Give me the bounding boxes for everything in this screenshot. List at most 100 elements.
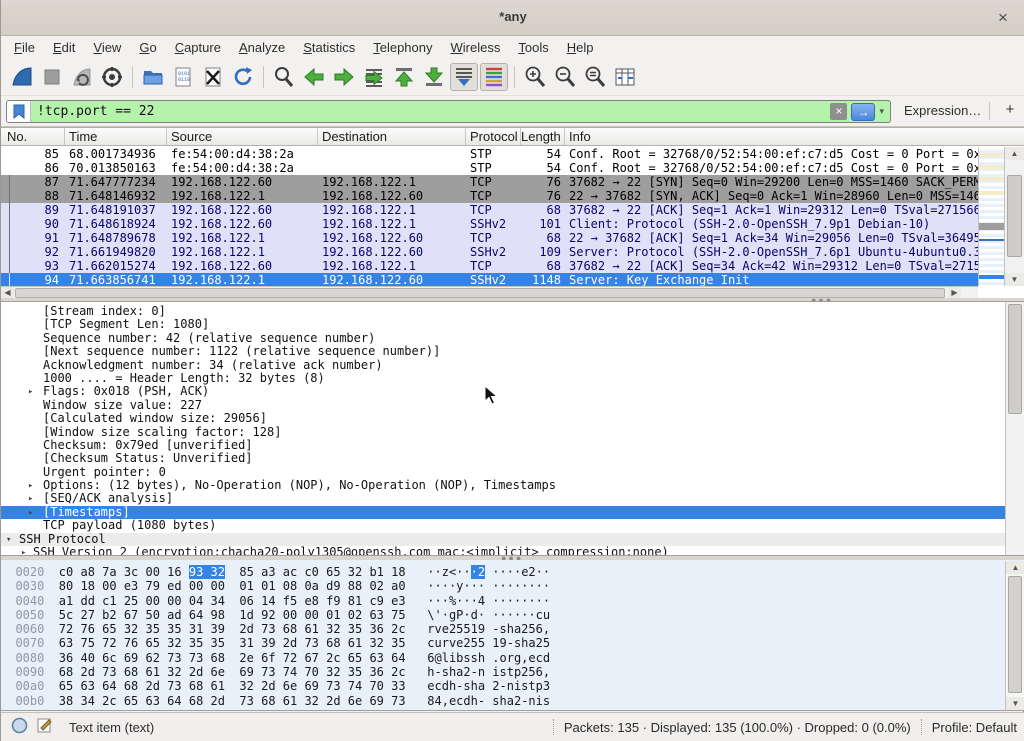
detail-line[interactable]: ▸Flags: 0x018 (PSH, ACK) <box>1 385 1024 398</box>
filter-bookmark-icon[interactable] <box>7 101 31 122</box>
filter-apply-icon[interactable]: → <box>851 103 875 121</box>
packet-row[interactable]: 8871.648146932192.168.122.1192.168.122.6… <box>1 189 978 203</box>
packet-list-vscrollbar[interactable]: ▲ ▼ <box>1004 147 1024 286</box>
status-profile[interactable]: Profile: Default <box>932 720 1024 735</box>
menu-help[interactable]: Help <box>558 38 603 57</box>
reload-icon[interactable] <box>229 63 257 91</box>
packet-row[interactable]: 9271.661949820192.168.122.1192.168.122.6… <box>1 245 978 259</box>
intelligent-scrollbar-minimap[interactable] <box>978 147 1004 286</box>
packet-row[interactable]: 9071.648618924192.168.122.60192.168.122.… <box>1 217 978 231</box>
detail-line[interactable]: ▾SSH Protocol <box>1 533 1024 546</box>
menu-view[interactable]: View <box>84 38 130 57</box>
hex-row[interactable]: 00b0 38 34 2c 65 63 64 68 2d 73 68 61 32… <box>1 694 1024 708</box>
go-back-icon[interactable] <box>300 63 328 91</box>
filter-dropdown-icon[interactable]: ▾ <box>879 106 884 117</box>
zoom-in-icon[interactable] <box>521 63 549 91</box>
detail-line[interactable]: [Window size scaling factor: 128] <box>1 426 1024 439</box>
packet-row[interactable]: 8971.648191037192.168.122.60192.168.122.… <box>1 203 978 217</box>
filter-clear-icon[interactable]: × <box>830 103 847 120</box>
detail-line[interactable]: 1000 .... = Header Length: 32 bytes (8) <box>1 372 1024 385</box>
menu-edit[interactable]: Edit <box>44 38 84 57</box>
file-save-icon[interactable]: 01010110 <box>169 63 197 91</box>
zoom-reset-icon[interactable] <box>581 63 609 91</box>
file-close-icon[interactable] <box>199 63 227 91</box>
menu-file[interactable]: File <box>5 38 44 57</box>
packet-row[interactable]: 9471.663856741192.168.122.1192.168.122.6… <box>1 273 978 286</box>
scrollbar-handle[interactable] <box>15 288 945 298</box>
hex-row[interactable]: 0090 68 2d 73 68 61 32 2d 6e 69 73 74 70… <box>1 665 1024 679</box>
column-header-source[interactable]: Source <box>167 128 318 145</box>
column-header-no[interactable]: No. <box>1 128 65 145</box>
column-header-info[interactable]: Info <box>565 128 1024 145</box>
hex-row[interactable]: 0070 63 75 72 76 65 32 35 35 31 39 2d 73… <box>1 636 1024 650</box>
column-header-time[interactable]: Time <box>65 128 167 145</box>
detail-line[interactable]: Window size value: 227 <box>1 399 1024 412</box>
detail-line[interactable]: [Checksum Status: Unverified] <box>1 452 1024 465</box>
column-header-destination[interactable]: Destination <box>318 128 466 145</box>
close-window-button[interactable]: × <box>993 8 1013 28</box>
detail-line[interactable]: Urgent pointer: 0 <box>1 466 1024 479</box>
hex-row[interactable]: 0050 5c 27 b2 67 50 ad 64 98 1d 92 00 00… <box>1 608 1024 622</box>
detail-line[interactable]: [Calculated window size: 29056] <box>1 412 1024 425</box>
menu-capture[interactable]: Capture <box>166 38 230 57</box>
capture-comment-icon[interactable] <box>36 717 53 737</box>
scrollbar-handle[interactable] <box>1008 304 1022 414</box>
detail-line[interactable]: TCP payload (1080 bytes) <box>1 519 1024 532</box>
go-forward-icon[interactable] <box>330 63 358 91</box>
detail-line[interactable]: Acknowledgment number: 34 (relative ack … <box>1 359 1024 372</box>
file-open-icon[interactable] <box>139 63 167 91</box>
detail-line[interactable]: ▸[Timestamps] <box>1 506 1024 519</box>
expert-info-icon[interactable] <box>11 717 28 737</box>
bytes-vscrollbar[interactable]: ▲ ▼ <box>1005 561 1024 710</box>
column-header-protocol[interactable]: Protocol <box>466 128 521 145</box>
details-vscrollbar[interactable] <box>1005 302 1024 555</box>
menu-tools[interactable]: Tools <box>509 38 557 57</box>
menu-statistics[interactable]: Statistics <box>294 38 364 57</box>
menu-telephony[interactable]: Telephony <box>364 38 441 57</box>
go-bottom-icon[interactable] <box>420 63 448 91</box>
colorize-icon[interactable] <box>480 63 508 91</box>
hex-row[interactable]: 0060 72 76 65 32 35 35 31 39 2d 73 68 61… <box>1 622 1024 636</box>
menu-wireless[interactable]: Wireless <box>442 38 510 57</box>
detail-line[interactable]: [Stream index: 0] <box>1 305 1024 318</box>
capture-options-icon[interactable] <box>98 63 126 91</box>
filter-expression-text[interactable]: !tcp.port == 22 <box>31 104 830 119</box>
packet-row[interactable]: 8670.013850163fe:54:00:d4:38:2aSTP54Conf… <box>1 161 978 175</box>
packet-row[interactable]: 9171.648789678192.168.122.1192.168.122.6… <box>1 231 978 245</box>
packet-row[interactable]: 9371.662015274192.168.122.60192.168.122.… <box>1 259 978 273</box>
menu-analyze[interactable]: Analyze <box>230 38 294 57</box>
expression-button[interactable]: Expression… <box>904 103 981 118</box>
resize-columns-icon[interactable] <box>611 63 639 91</box>
capture-start-icon[interactable] <box>8 63 36 91</box>
detail-line[interactable]: Sequence number: 42 (relative sequence n… <box>1 332 1024 345</box>
zoom-out-icon[interactable] <box>551 63 579 91</box>
display-filter-input[interactable]: !tcp.port == 22 × → ▾ <box>6 100 891 123</box>
packet-row[interactable]: 8568.001734936fe:54:00:d4:38:2aSTP54Conf… <box>1 147 978 161</box>
scrollbar-handle[interactable] <box>1008 576 1022 693</box>
scroll-up-icon[interactable]: ▲ <box>1005 147 1024 160</box>
detail-line[interactable]: [TCP Segment Len: 1080] <box>1 318 1024 331</box>
hex-row[interactable]: 0020 c0 a8 7a 3c 00 16 93 32 85 a3 ac c0… <box>1 565 1024 579</box>
detail-line[interactable]: Checksum: 0x79ed [unverified] <box>1 439 1024 452</box>
find-packet-icon[interactable] <box>270 63 298 91</box>
packet-row[interactable]: 8771.647777234192.168.122.60192.168.122.… <box>1 175 978 189</box>
go-to-packet-icon[interactable] <box>360 63 388 91</box>
scrollbar-handle[interactable] <box>1007 175 1022 257</box>
hex-row[interactable]: 0080 36 40 6c 69 62 73 73 68 2e 6f 72 67… <box>1 651 1024 665</box>
detail-line[interactable]: ▸[SEQ/ACK analysis] <box>1 492 1024 505</box>
scroll-down-icon[interactable]: ▼ <box>1006 697 1024 710</box>
hex-row[interactable]: 00a0 65 63 64 68 2d 73 68 61 32 2d 6e 69… <box>1 679 1024 693</box>
detail-line[interactable]: ▸Options: (12 bytes), No-Operation (NOP)… <box>1 479 1024 492</box>
capture-restart-icon[interactable] <box>68 63 96 91</box>
add-filter-button[interactable]: + <box>1000 101 1020 121</box>
hex-row[interactable]: 0040 a1 dd c1 25 00 00 04 34 06 14 f5 e8… <box>1 594 1024 608</box>
scroll-up-icon[interactable]: ▲ <box>1006 561 1024 574</box>
capture-stop-icon[interactable] <box>38 63 66 91</box>
scroll-down-icon[interactable]: ▼ <box>1005 273 1024 286</box>
expander-closed-icon[interactable]: ▸ <box>21 547 26 556</box>
column-header-length[interactable]: Length <box>521 128 565 145</box>
hex-row[interactable]: 0030 80 18 00 e3 79 ed 00 00 01 01 08 0a… <box>1 579 1024 593</box>
detail-line[interactable]: [Next sequence number: 1122 (relative se… <box>1 345 1024 358</box>
auto-scroll-icon[interactable] <box>450 63 478 91</box>
go-top-icon[interactable] <box>390 63 418 91</box>
